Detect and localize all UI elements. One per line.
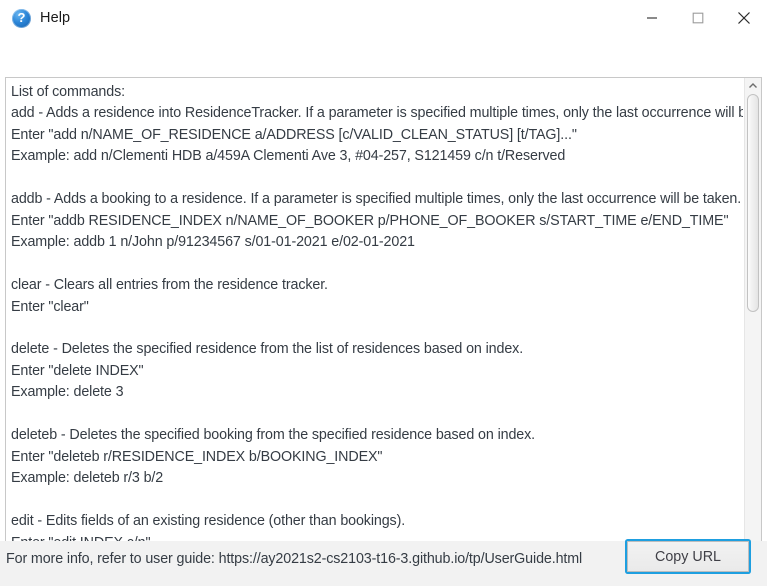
help-text-viewport: List of commands: add - Adds a residence…: [6, 78, 743, 555]
scroll-up-button[interactable]: [745, 78, 761, 94]
title-bar-left: ? Help: [0, 8, 71, 28]
vertical-scroll-track[interactable]: [745, 94, 761, 540]
content-area: List of commands: add - Adds a residence…: [0, 37, 767, 586]
help-icon-glyph: ?: [17, 10, 26, 25]
maximize-icon: [692, 12, 704, 24]
chevron-up-icon: [749, 83, 757, 88]
help-text-panel[interactable]: List of commands: add - Adds a residence…: [5, 77, 762, 574]
close-icon: [738, 12, 750, 24]
vertical-scroll-thumb[interactable]: [747, 94, 759, 312]
help-commands-text: List of commands: add - Adds a residence…: [11, 84, 743, 551]
window-controls: [629, 0, 767, 36]
window-title: Help: [40, 10, 71, 26]
title-bar: ? Help: [0, 0, 767, 37]
help-window: ? Help List of commands: add - Adds a re…: [0, 0, 767, 586]
user-guide-info-text: For more info, refer to user guide: http…: [6, 551, 583, 567]
minimize-icon: [647, 17, 657, 19]
copy-url-button[interactable]: Copy URL: [627, 541, 749, 572]
vertical-scrollbar[interactable]: [744, 78, 761, 556]
minimize-button[interactable]: [629, 0, 675, 36]
help-circle-icon: ?: [12, 8, 31, 28]
close-button[interactable]: [721, 0, 767, 36]
maximize-button[interactable]: [675, 0, 721, 36]
